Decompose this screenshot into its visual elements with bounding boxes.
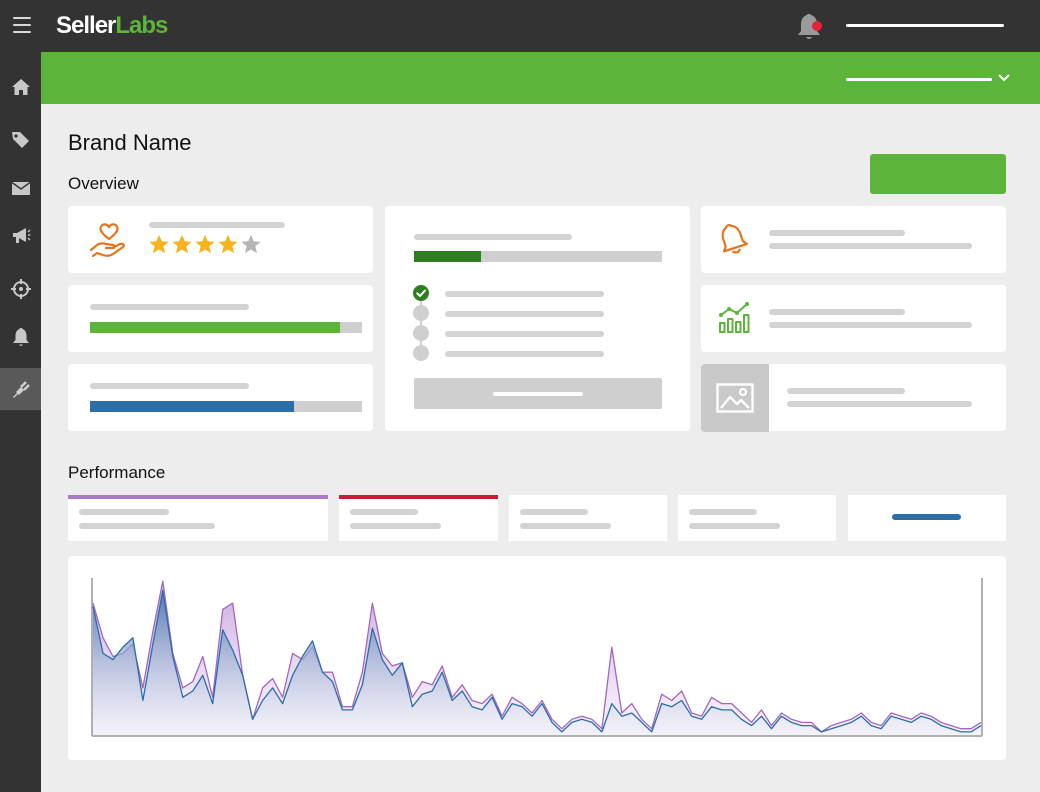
growth-line-1 bbox=[769, 309, 905, 315]
checklist-progress-fill bbox=[414, 251, 481, 262]
sidebar-item-alerts[interactable] bbox=[0, 316, 41, 358]
rating-label-line bbox=[149, 222, 285, 228]
alerts-line-1 bbox=[769, 230, 905, 236]
green-progress-label-line bbox=[90, 304, 249, 310]
sidebar-item-integrations[interactable] bbox=[0, 368, 41, 410]
checklist-card bbox=[385, 206, 690, 431]
blue-progress-fill bbox=[90, 401, 294, 412]
notification-bell-icon[interactable] bbox=[795, 12, 823, 42]
main-content: Brand Name Overview Performance bbox=[41, 104, 1040, 792]
menu-icon[interactable] bbox=[13, 17, 31, 33]
green-progress-fill bbox=[90, 322, 341, 333]
primary-action-button[interactable] bbox=[870, 154, 1006, 194]
alerts-card[interactable] bbox=[701, 206, 1006, 273]
star-icon bbox=[218, 234, 238, 254]
page-title: Brand Name bbox=[68, 130, 192, 155]
checklist-progress-track bbox=[414, 251, 662, 262]
checklist-step-1[interactable] bbox=[413, 285, 429, 301]
home-icon bbox=[11, 79, 30, 95]
logo[interactable]: SellerLabs bbox=[56, 12, 168, 40]
tab-3-line-2 bbox=[520, 523, 611, 529]
tab-1-line-1 bbox=[79, 509, 169, 515]
blue-progress-card[interactable] bbox=[68, 364, 373, 431]
checklist-action-button[interactable] bbox=[414, 378, 662, 409]
performance-chart bbox=[91, 578, 983, 737]
image-icon bbox=[716, 383, 754, 413]
checklist-item-4-line bbox=[445, 351, 604, 357]
performance-tab-3[interactable] bbox=[509, 495, 667, 541]
checklist-step-3[interactable] bbox=[413, 325, 429, 341]
image-line-2 bbox=[787, 401, 972, 407]
sidebar-item-targeting[interactable] bbox=[0, 268, 41, 310]
tab-5-line bbox=[892, 514, 961, 520]
sidebar-item-campaigns[interactable] bbox=[0, 215, 41, 257]
alerts-line-2 bbox=[769, 243, 972, 249]
sidebar-item-tags[interactable] bbox=[0, 119, 41, 161]
tab-2-line-2 bbox=[350, 523, 441, 529]
series-layer bbox=[92, 580, 982, 735]
tab-4-line-2 bbox=[689, 523, 780, 529]
user-menu[interactable] bbox=[846, 24, 1004, 27]
store-bar bbox=[41, 52, 1040, 104]
bell-icon bbox=[12, 328, 29, 346]
performance-tab-4[interactable] bbox=[678, 495, 836, 541]
mail-icon bbox=[11, 181, 30, 195]
rating-card[interactable] bbox=[68, 206, 373, 273]
store-selector[interactable] bbox=[846, 78, 992, 81]
tab-1-line-2 bbox=[79, 523, 215, 529]
tab-indicator-purple bbox=[68, 495, 328, 499]
checklist-step-4[interactable] bbox=[413, 345, 429, 361]
star-rating bbox=[148, 234, 262, 255]
growth-card[interactable] bbox=[701, 285, 1006, 352]
checklist-item-2-line bbox=[445, 311, 604, 317]
image-card[interactable] bbox=[701, 364, 1006, 432]
tag-icon bbox=[11, 132, 29, 148]
checklist-item-3-line bbox=[445, 331, 604, 337]
checklist-item-1-line bbox=[445, 291, 604, 297]
notification-dot bbox=[812, 21, 822, 31]
tab-2-line-1 bbox=[350, 509, 418, 515]
sidebar-item-messages[interactable] bbox=[0, 167, 41, 209]
star-empty-icon bbox=[241, 234, 261, 254]
top-bar: SellerLabs bbox=[0, 0, 1040, 52]
performance-tab-2[interactable] bbox=[339, 495, 498, 541]
chevron-down-icon[interactable] bbox=[997, 72, 1011, 84]
growth-line-2 bbox=[769, 322, 972, 328]
megaphone-icon bbox=[12, 228, 30, 243]
sidebar bbox=[0, 52, 41, 792]
green-progress-card[interactable] bbox=[68, 285, 373, 352]
check-icon bbox=[416, 289, 426, 297]
tab-3-line-1 bbox=[520, 509, 588, 515]
star-icon bbox=[195, 234, 215, 254]
blue-progress-track bbox=[90, 401, 362, 412]
sidebar-item-home[interactable] bbox=[0, 66, 41, 108]
checklist-step-2[interactable] bbox=[413, 305, 429, 321]
tab-4-line-1 bbox=[689, 509, 757, 515]
performance-tab-1[interactable] bbox=[68, 495, 328, 541]
performance-tab-5[interactable] bbox=[848, 495, 1006, 541]
performance-chart-card bbox=[68, 556, 1006, 760]
image-line-1 bbox=[787, 388, 905, 394]
green-progress-track bbox=[90, 322, 362, 333]
star-icon bbox=[149, 234, 169, 254]
crosshair-icon bbox=[10, 279, 31, 299]
growth-chart-icon bbox=[719, 302, 750, 333]
plugin-icon bbox=[12, 381, 30, 398]
heart-hand-icon bbox=[89, 223, 125, 258]
checklist-label-line bbox=[414, 234, 572, 240]
blue-progress-label-line bbox=[90, 383, 249, 389]
star-icon bbox=[172, 234, 192, 254]
bell-outline-icon bbox=[721, 223, 748, 254]
performance-heading: Performance bbox=[68, 463, 166, 482]
tab-indicator-red bbox=[339, 495, 498, 499]
image-placeholder bbox=[701, 364, 769, 432]
overview-heading: Overview bbox=[68, 174, 139, 193]
